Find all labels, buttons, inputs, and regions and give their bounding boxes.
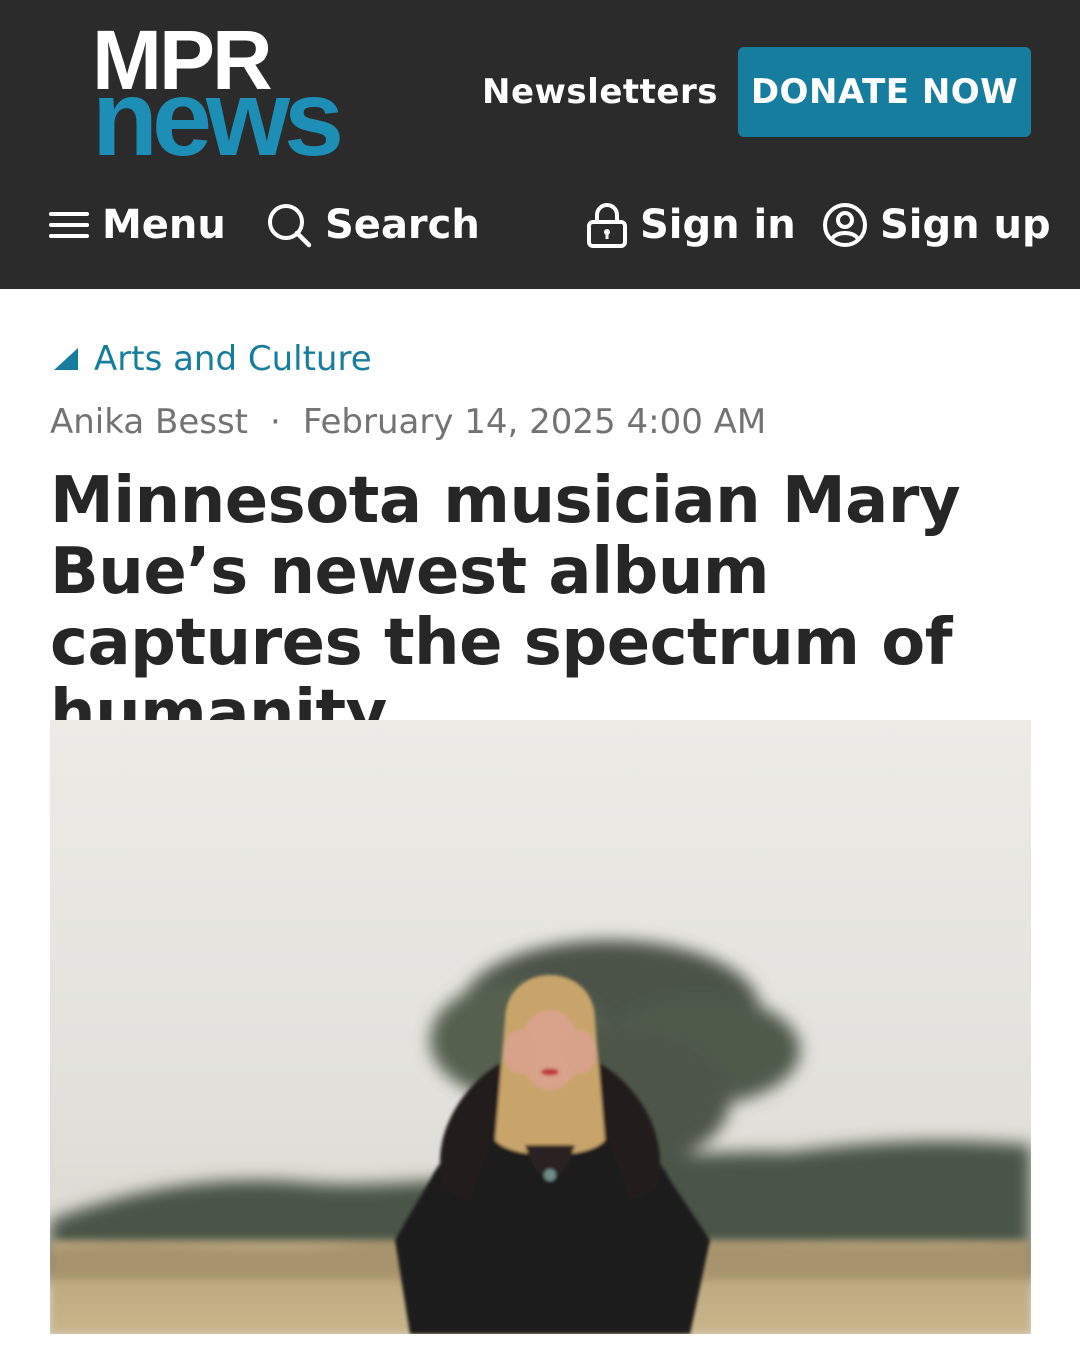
sign-in-button[interactable]: Sign in <box>586 196 796 254</box>
menu-button[interactable]: Menu <box>48 196 226 254</box>
byline-separator: · <box>270 402 281 442</box>
publish-date: February 14, 2025 4:00 AM <box>302 402 767 442</box>
triangle-icon <box>54 348 78 370</box>
menu-label: Menu <box>102 202 226 248</box>
lock-icon <box>587 203 627 248</box>
user-circle-icon <box>823 203 867 247</box>
sign-in-label: Sign in <box>640 202 796 248</box>
sign-up-label: Sign up <box>880 202 1051 248</box>
author-name[interactable]: Anika Besst <box>50 402 248 442</box>
category-link[interactable]: Arts and Culture <box>52 336 372 382</box>
category-label: Arts and Culture <box>94 339 372 379</box>
search-button[interactable]: Search <box>265 196 480 254</box>
newsletters-link[interactable]: Newsletters <box>482 68 718 116</box>
hamburger-icon <box>49 212 89 238</box>
article-hero-image <box>50 720 1031 1334</box>
article-byline: Anika Besst · February 14, 2025 4:00 AM <box>50 400 766 444</box>
article-headline: Minnesota musician Mary Bue’s newest alb… <box>50 464 961 751</box>
logo-news-text: news <box>92 57 344 178</box>
sign-up-button[interactable]: Sign up <box>822 196 1051 254</box>
mpr-news-logo[interactable]: MPR news <box>92 18 382 178</box>
donate-now-button[interactable]: DONATE NOW <box>738 47 1031 137</box>
search-label: Search <box>325 202 480 248</box>
search-icon <box>268 204 312 248</box>
site-header: MPR news Newsletters DONATE NOW Menu Sea… <box>0 0 1080 289</box>
